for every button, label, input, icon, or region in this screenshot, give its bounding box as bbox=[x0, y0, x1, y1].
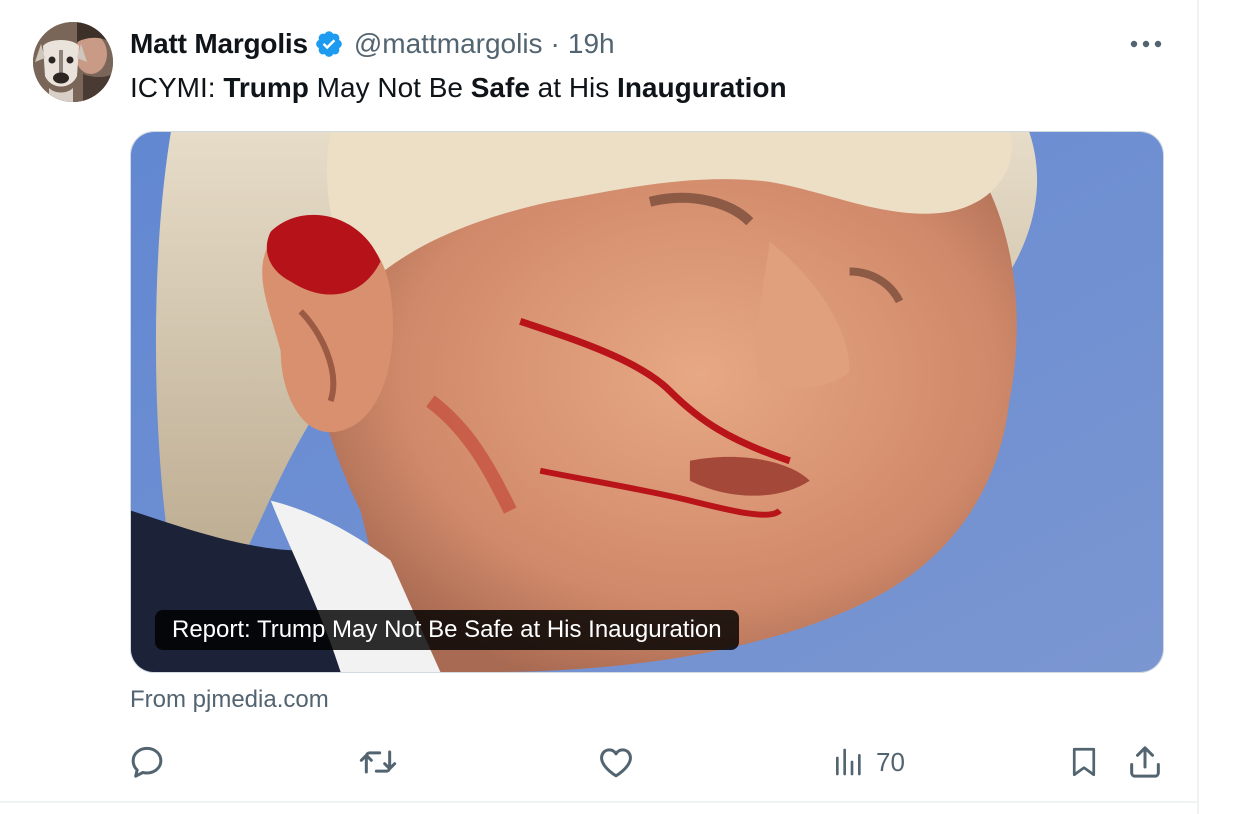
avatar[interactable] bbox=[33, 22, 113, 102]
text-plain-1: May Not Be bbox=[308, 72, 471, 103]
share-icon bbox=[1130, 746, 1160, 778]
card-title: Report: Trump May Not Be Safe at His Ina… bbox=[155, 610, 739, 650]
text-bold-trump: Trump bbox=[223, 72, 309, 103]
link-preview-card[interactable]: Report: Trump May Not Be Safe at His Ina… bbox=[130, 131, 1164, 673]
verified-badge-icon[interactable] bbox=[314, 29, 344, 59]
card-source-domain[interactable]: From pjmedia.com bbox=[130, 684, 329, 716]
retweet-icon bbox=[359, 750, 397, 774]
text-bold-inauguration: Inauguration bbox=[617, 72, 787, 103]
text-plain-2: at His bbox=[529, 72, 618, 103]
views-count: 70 bbox=[876, 746, 905, 777]
heart-icon bbox=[600, 748, 632, 778]
retweet-button[interactable] bbox=[356, 740, 400, 784]
text-prefix: ICYMI: bbox=[130, 72, 224, 103]
reply-icon bbox=[131, 746, 163, 778]
text-bold-safe: Safe bbox=[470, 72, 530, 103]
display-name[interactable]: Matt Margolis bbox=[130, 28, 308, 60]
post-text: ICYMI: Trump May Not Be Safe at His Inau… bbox=[130, 68, 787, 108]
more-horizontal-icon bbox=[1130, 40, 1162, 48]
post-header: Matt Margolis @mattmargolis · 19h bbox=[130, 24, 615, 64]
column-divider bbox=[1197, 0, 1199, 814]
user-handle[interactable]: @mattmargolis bbox=[354, 28, 543, 60]
more-options-button[interactable] bbox=[1122, 26, 1170, 62]
dot-separator: · bbox=[550, 28, 560, 59]
post-divider bbox=[0, 801, 1198, 803]
post-timestamp[interactable]: 19h bbox=[568, 28, 615, 60]
avatar-image bbox=[33, 22, 113, 102]
bookmark-icon bbox=[1072, 747, 1096, 777]
card-image bbox=[131, 132, 1163, 672]
views-stat[interactable]: 70 bbox=[832, 740, 905, 784]
bookmark-button[interactable] bbox=[1066, 740, 1102, 784]
like-button[interactable] bbox=[595, 740, 637, 784]
views-bar-chart-icon bbox=[836, 748, 861, 776]
share-button[interactable] bbox=[1125, 740, 1165, 784]
reply-button[interactable] bbox=[127, 740, 167, 784]
